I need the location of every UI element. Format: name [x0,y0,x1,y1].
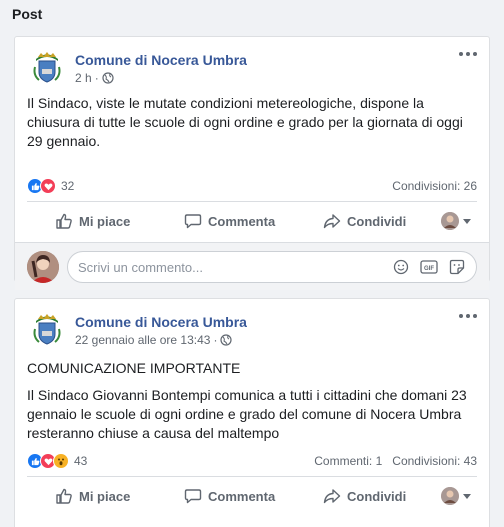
speech-bubble-icon [184,489,202,504]
share-arrow-icon [323,489,341,504]
post-paragraph: Il Sindaco, viste le mutate condizioni m… [27,95,463,149]
stats-right: Commenti: 1 Condivisioni: 43 [314,454,477,468]
post-header: Comune di Nocera Umbra 22 gennaio alle o… [15,299,489,351]
post-meta: 2 h · [75,71,114,85]
page-name-link[interactable]: Comune di Nocera Umbra [75,314,247,330]
post-text: Il Sindaco, viste le mutate condizioni m… [15,89,489,172]
stats-right: Condivisioni: 26 [392,179,477,193]
sticker-icon[interactable] [448,258,466,276]
speech-bubble-icon [184,214,202,229]
wow-reaction-icon [53,453,69,469]
share-arrow-icon [323,214,341,229]
reactions-summary[interactable]: 32 [27,178,74,194]
reaction-count: 32 [61,179,75,193]
coat-of-arms-icon [27,47,67,87]
chevron-down-icon [463,218,471,224]
shares-count[interactable]: Condivisioni: 43 [392,454,477,468]
post-actions: Mi piace Commenta Condividi [27,202,477,242]
share-button[interactable]: Condividi [323,487,406,505]
audience-selector[interactable] [441,487,471,505]
share-label: Condividi [347,488,407,504]
post-time[interactable]: 2 h [75,71,92,85]
like-button[interactable]: Mi piace [55,212,130,230]
section-title: Post [12,6,43,22]
post-meta: 22 gennaio alle ore 13:43 · [75,333,233,347]
thumbs-up-icon [56,488,72,504]
reaction-count: 43 [74,454,88,468]
post-card: Comune di Nocera Umbra 2 h · Il Sindaco,… [14,36,490,290]
comment-composer: Scrivi un commento... GIF [15,242,489,290]
post-stats: 32 Condivisioni: 26 [27,172,477,202]
post-text: COMUNICAZIONE IMPORTANTE Il Sindaco Giov… [15,351,489,447]
comment-label: Commenta [208,488,276,504]
post-actions: Mi piace Commenta Condividi [27,477,477,517]
comment-input[interactable]: Scrivi un commento... GIF [67,251,477,283]
post-paragraph: Il Sindaco Giovanni Bontempi comunica a … [27,387,467,441]
post-paragraph: COMUNICAZIONE IMPORTANTE [27,360,241,376]
love-reaction-icon [40,178,56,194]
share-label: Condividi [347,213,407,229]
audience-avatar [441,487,459,505]
like-button[interactable]: Mi piace [55,487,130,505]
globe-icon [102,72,114,84]
audience-avatar [441,212,459,230]
page-avatar[interactable] [27,309,67,349]
coat-of-arms-icon [27,309,67,349]
page-name-link[interactable]: Comune di Nocera Umbra [75,52,247,68]
chevron-down-icon [463,493,471,499]
shares-count[interactable]: Condivisioni: 26 [392,179,477,193]
comments-count[interactable]: Commenti: 1 [314,454,382,468]
share-button[interactable]: Condividi [323,212,406,230]
thumbs-up-icon [56,213,72,229]
comment-label: Commenta [208,213,276,229]
user-avatar[interactable] [27,251,59,283]
comment-tools: GIF [392,258,466,276]
post-header: Comune di Nocera Umbra 2 h · [15,37,489,89]
page-avatar[interactable] [27,47,67,87]
comment-placeholder: Scrivi un commento... [78,260,203,275]
post-card: Comune di Nocera Umbra 22 gennaio alle o… [14,298,490,527]
more-options-icon[interactable] [457,309,479,323]
comment-button[interactable]: Commenta [184,487,275,505]
more-options-icon[interactable] [457,47,479,61]
like-label: Mi piace [79,488,131,504]
post-time[interactable]: 22 gennaio alle ore 13:43 [75,333,210,347]
like-label: Mi piace [79,213,131,229]
svg-text:GIF: GIF [424,266,434,272]
globe-icon [220,334,233,346]
post-stats: 43 Commenti: 1 Condivisioni: 43 [27,447,477,477]
gif-icon[interactable]: GIF [420,258,438,276]
comment-button[interactable]: Commenta [184,212,275,230]
reactions-summary[interactable]: 43 [27,453,87,469]
emoji-icon[interactable] [392,258,410,276]
audience-selector[interactable] [441,212,471,230]
